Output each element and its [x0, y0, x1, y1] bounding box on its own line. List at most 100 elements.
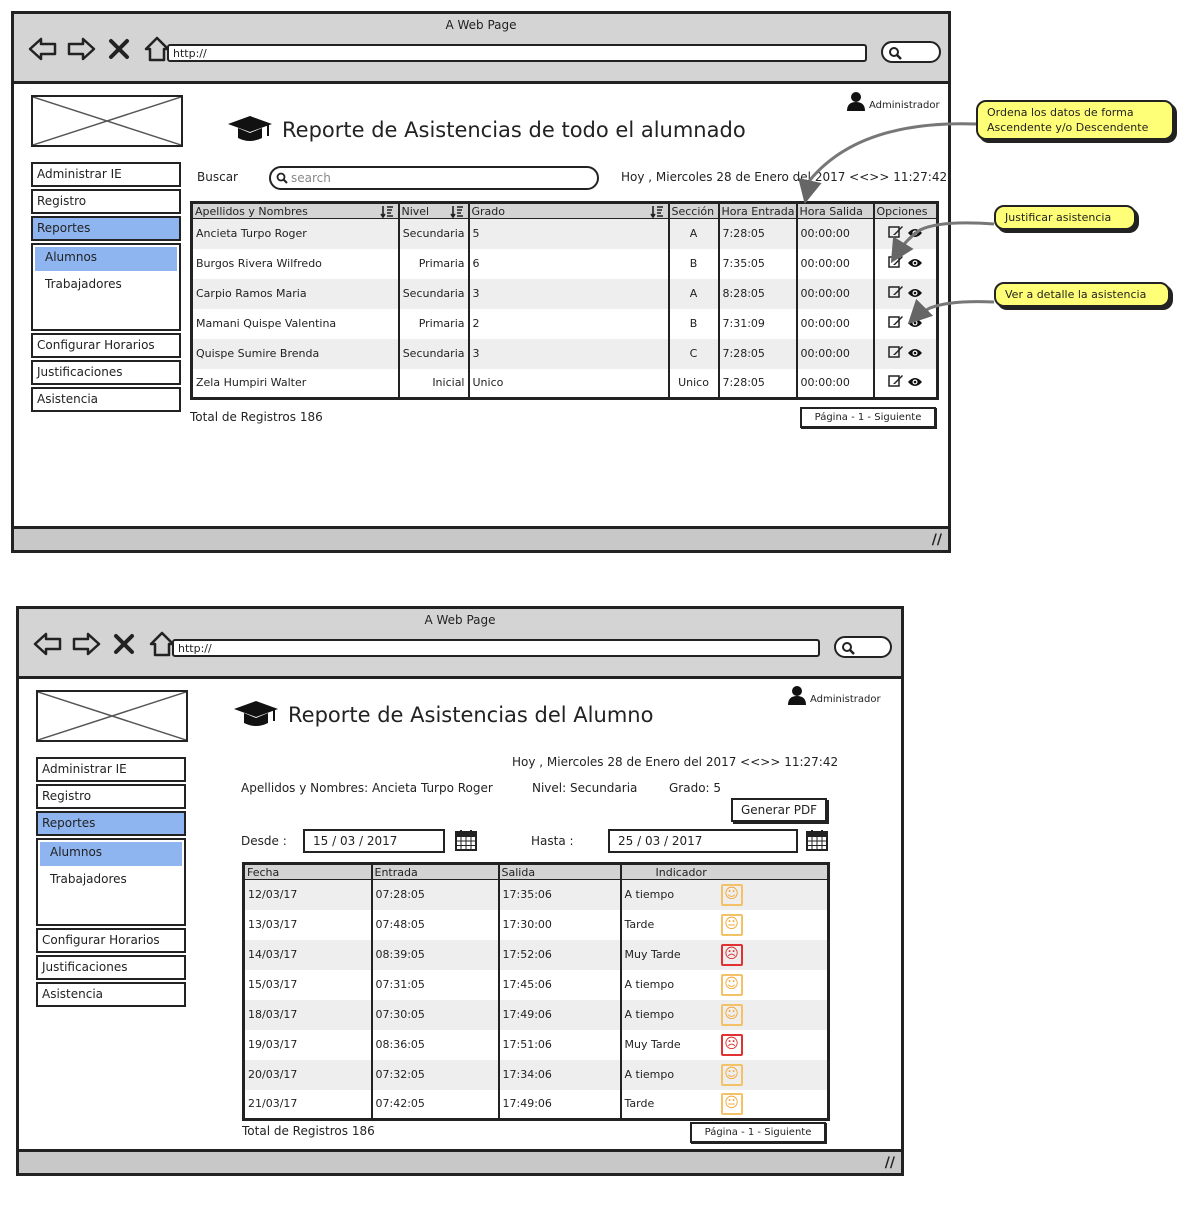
- to-label: Hasta :: [531, 834, 574, 848]
- pagination[interactable]: Página - 1 - Siguiente: [690, 1122, 826, 1143]
- view-eye-icon[interactable]: [907, 347, 923, 359]
- indicator-text: A tiempo: [624, 1007, 675, 1021]
- view-eye-icon[interactable]: [907, 287, 923, 299]
- menu-item-justificaciones[interactable]: Justificaciones: [36, 955, 186, 980]
- menu-item-asistencia[interactable]: Asistencia: [31, 387, 181, 412]
- window-title: A Web Page: [424, 613, 496, 627]
- edit-icon[interactable]: [887, 255, 904, 269]
- view-eye-icon[interactable]: [907, 376, 923, 388]
- logo-placeholder: [36, 690, 188, 742]
- close-icon[interactable]: [107, 629, 141, 659]
- close-icon[interactable]: [102, 34, 136, 64]
- menu-item-configurar-horarios[interactable]: Configurar Horarios: [36, 928, 186, 953]
- forward-icon[interactable]: [69, 629, 103, 659]
- column-header-salida[interactable]: Salida: [498, 863, 622, 880]
- edit-icon[interactable]: [887, 345, 904, 359]
- table-row: 15/03/17 07:31:05 17:45:06 A tiempo ☺: [243, 969, 829, 1000]
- pagination[interactable]: Página - 1 - Siguiente: [800, 407, 936, 428]
- user-info[interactable]: Administrador: [846, 91, 940, 111]
- browser-window-2: A Web Page http:// Administrador Reporte…: [16, 606, 904, 1176]
- sort-icon[interactable]: [449, 205, 464, 218]
- table-row: Quispe Sumire Brenda Secundaria 3 C 7:28…: [191, 338, 938, 369]
- column-header-grado[interactable]: Grado: [468, 202, 670, 219]
- menu-item-administrar-ie[interactable]: Administrar IE: [31, 162, 181, 187]
- to-date-input[interactable]: 25 / 03 / 2017: [608, 829, 798, 853]
- submenu-item-trabajadores[interactable]: Trabajadores: [40, 869, 182, 893]
- back-icon[interactable]: [26, 34, 60, 64]
- menu-item-reportes[interactable]: Reportes: [36, 811, 186, 836]
- browser-window-1: A Web Page http:// Administrador Reporte…: [11, 11, 951, 553]
- column-header-indicador[interactable]: Indicador: [620, 863, 829, 880]
- table-row: Zela Humpiri Walter Inicial Unico Unico …: [191, 368, 938, 399]
- table-row: 18/03/17 07:30:05 17:49:06 A tiempo ☺: [243, 999, 829, 1030]
- from-date-input[interactable]: 15 / 03 / 2017: [303, 829, 445, 853]
- indicator-text: Tarde: [624, 1096, 655, 1110]
- forward-icon[interactable]: [64, 34, 98, 64]
- student-level: Nivel: Secundaria: [532, 781, 638, 795]
- sidebar-menu: Administrar IE Registro Reportes Alumnos…: [31, 162, 181, 414]
- edit-icon[interactable]: [887, 285, 904, 299]
- back-icon[interactable]: [31, 629, 65, 659]
- user-icon: [788, 686, 806, 705]
- sidebar-menu: Administrar IE Registro Reportes Alumnos…: [36, 757, 186, 1009]
- edit-icon[interactable]: [887, 315, 904, 329]
- submenu-item-alumnos[interactable]: Alumnos: [40, 842, 182, 866]
- column-header-entrada[interactable]: Entrada: [371, 863, 500, 880]
- edit-icon[interactable]: [887, 225, 904, 239]
- generate-pdf-button[interactable]: Generar PDF: [731, 798, 828, 822]
- student-grade: Grado: 5: [669, 781, 722, 795]
- menu-item-asistencia[interactable]: Asistencia: [36, 982, 186, 1007]
- user-info[interactable]: Administrador: [787, 685, 881, 705]
- url-bar[interactable]: http://: [172, 639, 820, 657]
- view-eye-icon[interactable]: [907, 227, 923, 239]
- graduation-cap-icon: [228, 116, 272, 141]
- url-bar[interactable]: http://: [167, 44, 867, 62]
- indicator-text: A tiempo: [624, 977, 675, 991]
- browser-search-box[interactable]: [834, 636, 892, 658]
- column-header-hora-entrada[interactable]: Hora Entrada: [718, 202, 798, 219]
- smiley-face-icon: ☺: [720, 973, 743, 996]
- resize-grip-icon[interactable]: //: [932, 532, 942, 548]
- table-row: 20/03/17 07:32:05 17:34:06 A tiempo ☺: [243, 1059, 829, 1090]
- sad-face-icon: ☹: [720, 1033, 743, 1056]
- current-datetime: Hoy , Miercoles 28 de Enero del 2017 <<>…: [512, 755, 839, 769]
- menu-item-administrar-ie[interactable]: Administrar IE: [36, 757, 186, 782]
- menu-item-configurar-horarios[interactable]: Configurar Horarios: [31, 333, 181, 358]
- search-icon: [889, 47, 902, 60]
- indicator-text: Muy Tarde: [624, 1037, 681, 1051]
- submenu-item-trabajadores[interactable]: Trabajadores: [35, 274, 177, 298]
- menu-item-registro[interactable]: Registro: [31, 189, 181, 214]
- neutral-face-icon: 😐: [720, 913, 743, 936]
- resize-grip-icon[interactable]: //: [885, 1155, 895, 1171]
- callout-justify: Justificar asistencia: [994, 205, 1136, 230]
- search-input[interactable]: search: [269, 166, 599, 190]
- calendar-icon[interactable]: [805, 828, 829, 852]
- submenu-item-alumnos[interactable]: Alumnos: [35, 247, 177, 271]
- calendar-icon[interactable]: [454, 828, 478, 852]
- table-row: 19/03/17 08:36:05 17:51:06 Muy Tarde ☹: [243, 1029, 829, 1060]
- edit-icon[interactable]: [887, 374, 904, 388]
- callout-sort: Ordena los datos de forma Ascendente y/o…: [976, 100, 1174, 140]
- graduation-cap-icon: [234, 701, 278, 726]
- menu-item-registro[interactable]: Registro: [36, 784, 186, 809]
- user-icon: [847, 92, 865, 111]
- column-header-fecha[interactable]: Fecha: [243, 863, 373, 880]
- students-table: Apellidos y Nombres Nivel Grado Sección …: [190, 201, 939, 400]
- menu-item-reportes[interactable]: Reportes: [31, 216, 181, 241]
- current-datetime: Hoy , Miercoles 28 de Enero del 2017 <<>…: [621, 170, 948, 184]
- column-header-seccion[interactable]: Sección: [668, 202, 720, 219]
- view-eye-icon[interactable]: [907, 257, 923, 269]
- table-row: Carpio Ramos Maria Secundaria 3 A 8:28:0…: [191, 278, 938, 309]
- sad-face-icon: ☹: [720, 943, 743, 966]
- sort-icon[interactable]: [379, 205, 394, 218]
- neutral-face-icon: 😐: [720, 1092, 743, 1115]
- indicator-text: Muy Tarde: [624, 947, 681, 961]
- column-header-nombres[interactable]: Apellidos y Nombres: [191, 202, 400, 219]
- menu-item-justificaciones[interactable]: Justificaciones: [31, 360, 181, 385]
- view-eye-icon[interactable]: [907, 317, 923, 329]
- attendance-table: Fecha Entrada Salida Indicador 12/03/17 …: [242, 862, 830, 1121]
- column-header-nivel[interactable]: Nivel: [398, 202, 470, 219]
- column-header-hora-salida[interactable]: Hora Salida: [796, 202, 875, 219]
- sort-icon[interactable]: [649, 205, 664, 218]
- browser-search-box[interactable]: [881, 41, 941, 63]
